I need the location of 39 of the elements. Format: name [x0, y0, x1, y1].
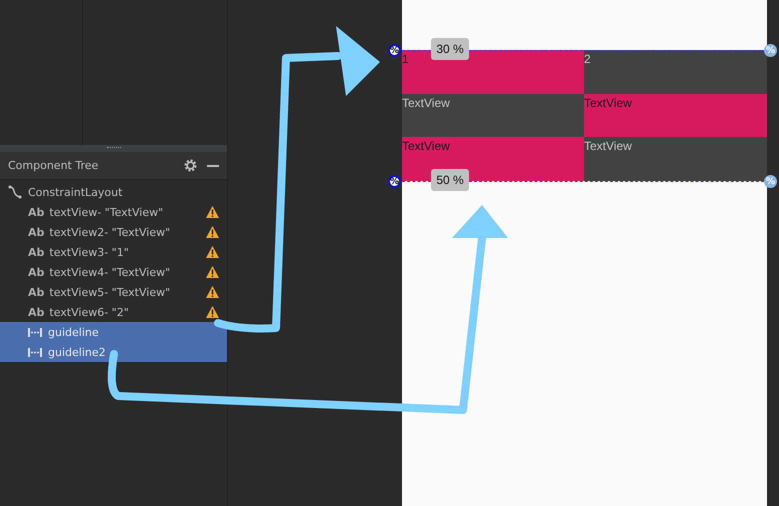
guideline-handle[interactable]: % [388, 175, 401, 188]
tree-item-label: ConstraintLayout [28, 186, 124, 198]
tree-item-label: textView3- "1" [49, 246, 130, 258]
constraint-layout-icon [8, 185, 22, 199]
guideline-handle[interactable]: % [388, 44, 401, 57]
settings-icon[interactable] [184, 159, 197, 172]
text-view[interactable]: 2 [584, 50, 767, 94]
tree-item-label: textView- "TextView" [49, 206, 164, 218]
tree-item[interactable]: Ab textView5- "TextView" [0, 282, 227, 302]
text-view-icon: Ab [28, 266, 44, 278]
tree-item-label: textView2- "TextView" [49, 226, 172, 238]
tree-item-label: guideline2 [48, 346, 107, 358]
tree-item[interactable]: Ab textView- "TextView" [0, 202, 227, 222]
guideline[interactable] [469, 181, 764, 182]
tree-item[interactable]: Ab textView2- "TextView" [0, 222, 227, 242]
text-view-icon: Ab [28, 306, 44, 318]
tree-item-label: textView5- "TextView" [49, 286, 172, 298]
text-view-icon: Ab [28, 246, 44, 258]
tree-item[interactable]: Ab textView4- "TextView" [0, 262, 227, 282]
tree-item[interactable]: Ab textView3- "1" [0, 242, 227, 262]
guideline-icon [28, 328, 42, 336]
tree-item[interactable]: guideline [0, 322, 227, 342]
tree-item-label: textView6- "2" [49, 306, 130, 318]
minimize-icon[interactable] [207, 164, 219, 166]
text-view-icon: Ab [28, 226, 44, 238]
text-view[interactable]: TextView [402, 94, 584, 137]
panel-title: Component Tree [8, 159, 100, 172]
text-view-icon: Ab [28, 286, 44, 298]
guideline-icon [28, 348, 42, 356]
text-view[interactable]: TextView [584, 94, 767, 137]
guideline-percent-label: 30 % [431, 38, 469, 60]
tree-item[interactable]: Ab textView6- "2" [0, 302, 227, 322]
text-view-icon: Ab [28, 206, 44, 218]
text-view[interactable]: TextView [584, 137, 767, 181]
guideline-percent-label: 50 % [431, 169, 469, 191]
tree-item-label: textView4- "TextView" [49, 266, 172, 278]
tree-item-label: guideline [48, 326, 100, 338]
tree-item[interactable]: guideline2 [0, 342, 227, 362]
tree-item[interactable]: ConstraintLayout [0, 182, 227, 202]
